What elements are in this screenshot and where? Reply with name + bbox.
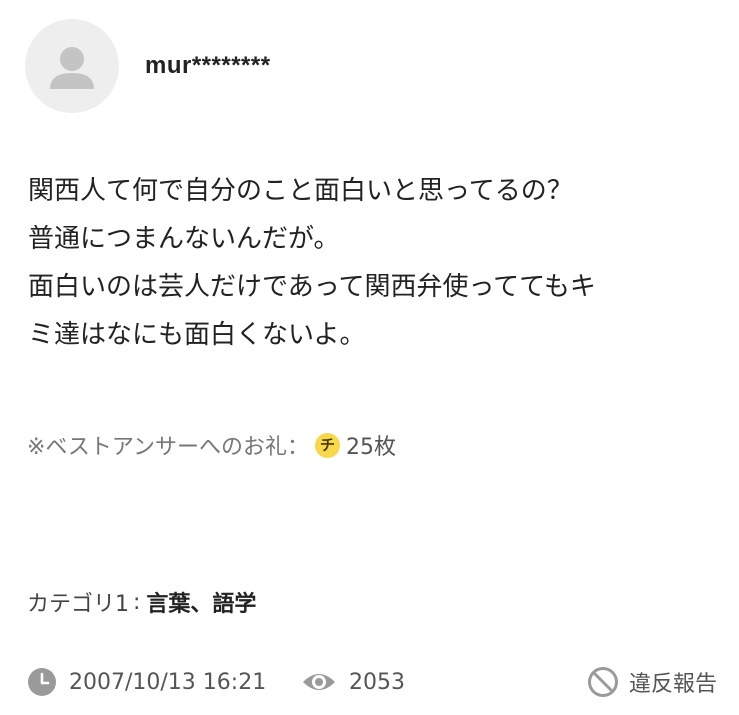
view-count: 2053 (301, 664, 405, 700)
reward-label: ※ベストアンサーへのお礼： (27, 435, 309, 460)
category-label: カテゴリ1 (27, 592, 129, 617)
best-answer-reward: ※ベストアンサーへのお礼： チ 25枚 (27, 428, 396, 462)
category-separator: : (133, 589, 141, 615)
category-link[interactable]: 言葉、語学 (146, 586, 256, 618)
question-body: 関西人て何で自分のこと面白いと思ってるの？ 普通につまんないんだが。 面白いのは… (28, 167, 718, 359)
default-user-icon (50, 47, 94, 89)
avatar[interactable] (25, 19, 119, 113)
coin-glyph: チ (319, 435, 335, 454)
clock-icon (28, 668, 56, 696)
coin-icon: チ (315, 432, 340, 458)
view-count-text: 2053 (349, 669, 405, 695)
question-line: 面白いのは芸人だけであって関西弁使っててもキ (28, 272, 596, 302)
username[interactable]: mur******** (145, 52, 271, 80)
question-page: mur******** 関西人て何で自分のこと面白いと思ってるの？ 普通につまん… (0, 0, 739, 715)
report-label: 違反報告 (628, 672, 717, 697)
question-line: 普通につまんないんだが。 (28, 224, 340, 254)
category-row: カテゴリ1 : 言葉、語学 (27, 586, 256, 618)
eye-icon (303, 674, 335, 690)
question-line: ミ達はなにも面白くないよ。 (28, 320, 366, 350)
reward-amount: 25枚 (346, 435, 396, 460)
prohibited-icon (587, 667, 618, 697)
report-button[interactable]: 違反報告 (587, 664, 717, 700)
question-footer: 2007/10/13 16:21 2053 違反報告 (27, 664, 717, 700)
posted-date-text: 2007/10/13 16:21 (69, 669, 267, 695)
question-line: 関西人て何で自分のこと面白いと思ってるの？ (28, 176, 573, 206)
posted-date: 2007/10/13 16:21 (27, 664, 266, 700)
